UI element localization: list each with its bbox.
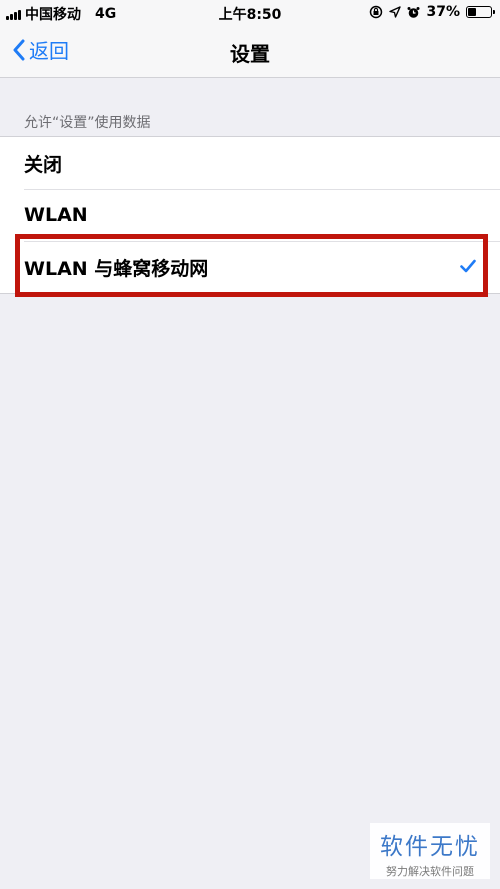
battery-level-fill (468, 8, 476, 16)
watermark-logo: 软件无忧 努力解决软件问题 (370, 823, 490, 879)
battery-percentage: 37% (426, 4, 460, 20)
checkmark-icon (460, 259, 476, 273)
location-icon (389, 6, 402, 18)
alarm-icon (407, 6, 420, 18)
option-row-wlan[interactable]: WLAN (0, 189, 500, 241)
data-usage-options-list: 关闭 WLAN WLAN 与蜂窝移动网 (0, 136, 500, 294)
battery-icon (466, 6, 495, 18)
navigation-bar: 返回 设置 (0, 26, 500, 78)
section-header: 允许“设置”使用数据 (24, 115, 151, 131)
status-bar: 中国移动 4G 上午8:50 37% (0, 0, 500, 26)
option-label: 关闭 (24, 153, 63, 176)
watermark-title: 软件无忧 (380, 834, 480, 860)
rotation-lock-icon (370, 5, 383, 19)
page-title: 设置 (230, 42, 270, 66)
option-row-wlan-cellular[interactable]: WLAN 与蜂窝移动网 (0, 241, 500, 293)
watermark-subtitle: 努力解决软件问题 (386, 865, 474, 878)
option-label: WLAN 与蜂窝移动网 (24, 257, 209, 280)
option-row-off[interactable]: 关闭 (0, 137, 500, 189)
status-right: 37% (369, 4, 495, 20)
option-label: WLAN (24, 204, 88, 226)
